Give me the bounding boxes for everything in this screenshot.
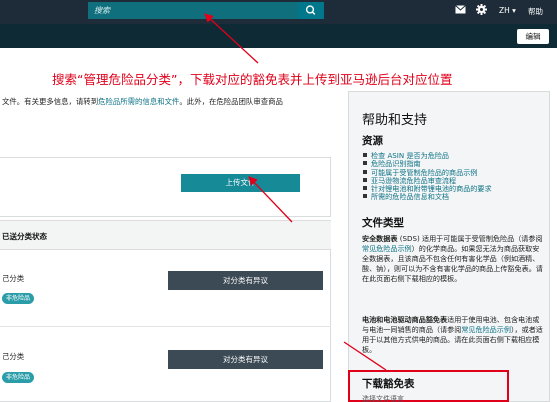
section-title: 已送分类状态 <box>2 232 47 241</box>
mail-icon[interactable] <box>455 5 466 14</box>
classification-status-header: 已送分类状态 <box>0 220 331 250</box>
sds-label: 安全数据表 <box>362 234 398 243</box>
help-title: 帮助和支持 <box>362 113 428 128</box>
help-link[interactable]: 帮助 <box>528 6 543 17</box>
classification-label: 己分类 <box>2 352 25 361</box>
search-icon <box>305 5 316 15</box>
dispute-classification-button[interactable]: 对分类有异议 <box>168 271 323 290</box>
instruction-annotation: 搜索“管理危险品分类”，下载对应的豁免表并上传到亚马逊后台对应位置 <box>52 72 453 87</box>
search-input[interactable] <box>88 2 298 19</box>
status-badge: 非危险品 <box>2 293 35 304</box>
sds-examples-link[interactable]: 常见危险品示例 <box>362 244 412 253</box>
status-badge: 非危险品 <box>2 372 35 383</box>
intro-text: 文件。有关更多信息，请转到危险品所需的信息和文件。此外，在危险品团队审查商品 <box>2 96 283 107</box>
battery-examples-link[interactable]: 常见危险品示例 <box>461 325 511 334</box>
sub-nav-bar <box>0 24 557 48</box>
filetypes-title: 文件类型 <box>362 217 404 229</box>
intro-middle: 。此外，在危险品团队审查商品 <box>179 97 283 106</box>
resources-list: 检查 ASIN 是否为危险品 危险品识别指南 可能属于受管制危险品的商品示例 亚… <box>363 151 492 202</box>
edit-button[interactable]: 编辑 <box>517 29 549 44</box>
battery-description: 电池和电池驱动商品豁免表适用于使用电池、包含电池或与电池一同销售的商品（请参阅常… <box>362 315 544 355</box>
top-nav-bar: ZH ▾ 帮助 <box>0 0 557 24</box>
resource-link[interactable]: 所需的危险品信息和文档 <box>363 193 492 202</box>
info-docs-link[interactable]: 危险品所需的信息和文件 <box>98 97 179 106</box>
gear-icon[interactable] <box>476 4 487 15</box>
battery-label: 电池和电池驱动商品豁免表 <box>362 315 448 324</box>
upload-file-button[interactable]: 上传文件 <box>181 174 300 192</box>
divider <box>0 326 331 327</box>
language-selector[interactable]: ZH ▾ <box>499 6 516 15</box>
search-button[interactable] <box>298 2 324 19</box>
classification-label: 己分类 <box>2 274 25 283</box>
help-panel: 帮助和支持 资源 检查 ASIN 是否为危险品 危险品识别指南 可能属于受管制危… <box>348 91 550 402</box>
sds-text: (SDS) 适用于可能属于受管制危险品（请参阅 <box>397 234 543 243</box>
resources-title: 资源 <box>362 135 383 147</box>
file-language-label: 选择文件语言 <box>362 395 404 402</box>
download-exemption-title: 下载豁免表 <box>362 378 415 390</box>
sds-description: 安全数据表 (SDS) 适用于可能属于受管制危险品（请参阅常见危险品示例）的化学… <box>362 234 544 284</box>
intro-prefix: 文件。有关更多信息，请转到 <box>2 97 99 106</box>
dispute-classification-button[interactable]: 对分类有异议 <box>168 350 323 369</box>
